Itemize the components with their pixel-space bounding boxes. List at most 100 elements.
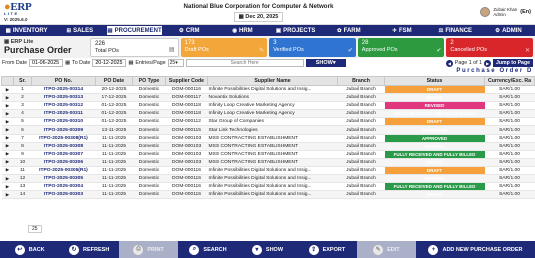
edit-button[interactable]: ✎ EDIT [356,241,417,258]
expand-arrow-icon[interactable]: ▶ [1,85,14,95]
jump-to-page-button[interactable]: Jump to Page [492,59,533,67]
card-approved-pos[interactable]: 28 Approved POs ✔ [357,37,445,57]
search-input[interactable] [185,59,304,67]
user-box[interactable]: Zubair Khan Admin (En) [469,7,531,18]
back-icon: ↩ [14,244,25,255]
card-verified-pos[interactable]: 3 Verified POs ✔ [269,37,356,57]
col-sr[interactable]: Sr. [13,76,32,86]
nav-fsm[interactable]: ✈ FSM [375,25,428,36]
expand-arrow-icon[interactable]: ▶ [1,150,14,159]
version-label: V: 2025.6.0 [4,17,28,22]
table-row[interactable]: ▶ 11 ITPO-2025-00305(R1) 11-11-2025 Domestic… [1,166,535,176]
table-row[interactable]: ▶ 5 ITPO-2025-00310 01-12-2025 Domestic DOM-0… [1,117,535,127]
cell-po-no[interactable]: ITPO-2025-00305(R1) [31,166,96,176]
filter-bar: From Date ▦ To Date ▦ Entries/Page 25▾ S… [0,58,535,68]
table-row[interactable]: ▶ 12 ITPO-2025-00305 11-11-2025 Domestic DOM-… [1,174,535,184]
col-currency[interactable]: Currency/Exc. Ra [484,76,535,86]
calendar-icon[interactable]: ▦ [65,60,70,66]
add-purchase-order-button[interactable]: + ADD NEW PURCHASE ORDER [416,241,535,258]
nav-farm[interactable]: ✿ FARM [322,25,375,36]
expand-arrow-icon[interactable]: ▶ [1,109,14,119]
card-draft-pos[interactable]: 173 Draft POs ✎ [180,37,268,57]
card-total-pos[interactable]: 226 Total POs ▤ [90,37,179,57]
table-row[interactable]: ▶ 10 ITPO-2025-00306 11-11-2025 Domestic DOM-… [1,158,535,167]
expand-arrow-icon[interactable]: ▶ [1,142,14,151]
nav-finance[interactable]: ⚖ FINANCE [429,25,482,36]
expand-arrow-icon[interactable]: ▶ [1,190,14,200]
to-date-input[interactable] [92,59,127,67]
table-row[interactable]: ▶ 9 ITPO-2025-00307 11-11-2025 Domestic DOM-0… [1,150,535,159]
prev-page-icon[interactable]: ◀ [445,59,453,67]
admin-icon: ⚙ [495,27,501,34]
nav-procurement[interactable]: ▤ PROCUREMENT [106,25,163,36]
export-button[interactable]: ⇪ EXPORT [297,241,356,258]
col-supplier-code[interactable]: Supplier Code [165,76,208,86]
entries-select[interactable]: 25 ▾ [167,59,184,67]
col-supplier-name[interactable]: Supplier Name [207,76,338,86]
nav-crm[interactable]: ⚙ CRM [163,25,216,36]
table-row[interactable]: ▶ 14 ITPO-2025-00303 11-11-2025 Domestic DOM-… [1,190,535,200]
app-logo: ●ERP LITE V: 2025.6.0 [4,2,48,23]
cell-po-no[interactable]: ITPO-2025-00303 [31,190,96,200]
bottom-toolbar: ↩ BACK ↻ REFRESH ⎙ PRINT ⌕ SEARCH ▾ SHOW ⇪ EXP… [0,241,535,258]
table-row[interactable]: ▶ 6 ITPO-2025-00309 13-11-2025 Domestic DOM-0… [1,125,535,135]
search-button[interactable]: ⌕ SEARCH [178,241,237,258]
section-title: Purchase Order D [456,68,533,74]
from-date-input[interactable] [29,59,64,67]
next-page-icon[interactable]: ▶ [483,59,491,67]
expand-arrow-icon[interactable]: ▶ [1,158,14,167]
table-row[interactable]: ▶ 13 ITPO-2025-00304 11-11-2025 Domestic DOM-… [1,182,535,192]
table-row[interactable]: ▶ 1 ITPO-2025-00314 20-12-2025 Domestic DOM-0… [1,85,535,95]
expand-arrow-icon[interactable]: ▶ [1,125,14,135]
col-po-no[interactable]: PO No. [31,76,96,86]
crm-icon: ⚙ [178,27,184,34]
expand-arrow-icon[interactable]: ▶ [1,134,14,143]
cell-po-no[interactable]: ITPO-2025-00308 [31,142,96,151]
table-row[interactable]: ▶ 3 ITPO-2025-00312 01-12-2025 Domestic DOM-0… [1,101,535,111]
expand-arrow-icon[interactable]: ▶ [1,174,14,184]
expand-arrow-icon[interactable]: ▶ [1,93,14,103]
cell-po-no[interactable]: ITPO-2025-00306 [31,158,96,167]
nav-hrm[interactable]: ◉ HRM [216,25,269,36]
nav-admin[interactable]: ⚙ ADMIN [482,25,535,36]
inventory-icon: ▦ [5,27,11,34]
top-bar: ●ERP LITE V: 2025.6.0 National Blue Corp… [0,0,535,25]
language-toggle[interactable]: (En) [520,9,531,15]
nav-projects[interactable]: ▣ PROJECTS [269,25,322,36]
cell-po-no[interactable]: ITPO-2025-00304 [31,182,96,192]
col-po-type[interactable]: PO Type [132,76,166,86]
cell-po-no[interactable]: ITPO-2025-00308(R1) [31,134,96,143]
cell-sr: 12 [13,174,32,184]
col-status[interactable]: Status [384,76,485,86]
expand-arrow-icon[interactable]: ▶ [1,117,14,127]
cell-po-date: 11-11-2025 [95,142,133,151]
cell-po-no[interactable]: ITPO-2025-00310 [31,117,96,127]
table-row[interactable]: ▶ 7 ITPO-2025-00308(R1) 11-11-2025 Domestic D… [1,134,535,143]
cell-po-no[interactable]: ITPO-2025-00307 [31,150,96,159]
table-row[interactable]: ▶ 2 ITPO-2025-00313 17-12-2025 Domestic DOM-0… [1,93,535,103]
card-cancelled-pos[interactable]: 2 Cancelled POs ✕ [446,37,533,57]
cell-po-no[interactable]: ITPO-2025-00309 [31,125,96,135]
avatar[interactable] [480,7,491,17]
col-branch[interactable]: Branch [337,76,385,86]
cell-po-no[interactable]: ITPO-2025-00314 [31,85,96,95]
expand-arrow-icon[interactable]: ▶ [1,101,14,111]
expand-arrow-icon[interactable]: ▶ [1,166,14,176]
col-po-date[interactable]: PO Date [95,76,133,86]
cell-po-no[interactable]: ITPO-2025-00305 [31,174,96,184]
print-button[interactable]: ⎙ PRINT [118,241,179,258]
cell-po-no[interactable]: ITPO-2025-00313 [31,93,96,103]
nav-sales[interactable]: ⊞ SALES [53,25,106,36]
nav-inventory[interactable]: ▦ INVENTORY [0,25,53,36]
refresh-button[interactable]: ↻ REFRESH [59,241,118,258]
show-dropdown-button[interactable]: SHOW ▾ [305,59,346,67]
expand-arrow-icon[interactable]: ▶ [1,182,14,192]
calendar-icon[interactable]: ▦ [128,60,133,66]
back-button[interactable]: ↩ BACK [0,241,59,258]
table-row[interactable]: ▶ 4 ITPO-2025-00311 01-12-2025 Domestic DOM-0… [1,109,535,119]
table-row[interactable]: ▶ 8 ITPO-2025-00308 11-11-2025 Domestic DOM-0… [1,142,535,151]
show-button[interactable]: ▾ SHOW [238,241,297,258]
cell-branch: Jubail Branch [337,182,385,192]
cell-po-no[interactable]: ITPO-2025-00312 [31,101,96,111]
cell-po-no[interactable]: ITPO-2025-00311 [31,109,96,119]
